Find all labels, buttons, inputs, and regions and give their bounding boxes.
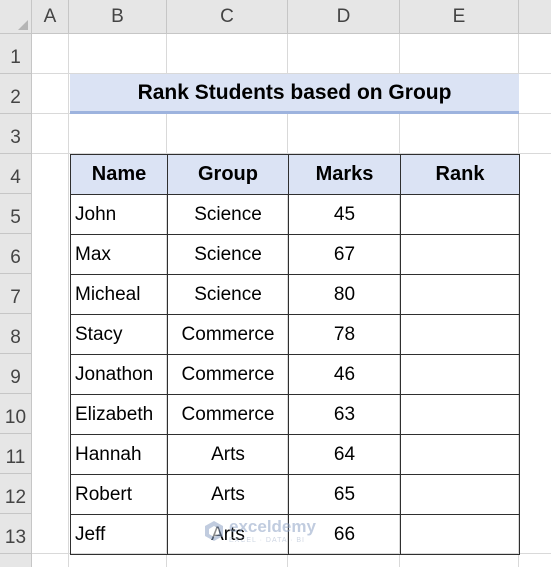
marks-cell[interactable]: 65 [288, 474, 401, 515]
row-header-10[interactable]: 10 [0, 394, 32, 434]
column-header-f-partial[interactable] [519, 0, 551, 34]
spreadsheet-view: A B C D E 1 2 3 4 5 6 7 8 9 10 11 12 13 … [0, 0, 551, 567]
row-header-7[interactable]: 7 [0, 274, 32, 314]
column-header-c[interactable]: C [167, 0, 288, 34]
header-group[interactable]: Group [167, 154, 289, 195]
table-row: Jonathon Commerce 46 [70, 354, 520, 395]
table-row: Micheal Science 80 [70, 274, 520, 315]
row-header-5[interactable]: 5 [0, 194, 32, 234]
header-rank[interactable]: Rank [400, 154, 520, 195]
group-cell[interactable]: Science [167, 234, 289, 275]
table-row: Hannah Arts 64 [70, 434, 520, 475]
group-cell[interactable]: Science [167, 274, 289, 315]
table-row: Jeff Arts 66 [70, 514, 520, 555]
marks-cell[interactable]: 78 [288, 314, 401, 355]
select-all-triangle-icon [18, 20, 28, 30]
name-cell[interactable]: Hannah [70, 434, 168, 475]
table-row: Robert Arts 65 [70, 474, 520, 515]
name-cell[interactable]: Elizabeth [70, 394, 168, 435]
row-header-8[interactable]: 8 [0, 314, 32, 354]
table-row: Max Science 67 [70, 234, 520, 275]
table-row: John Science 45 [70, 194, 520, 235]
name-cell[interactable]: Jeff [70, 514, 168, 555]
column-header-e[interactable]: E [400, 0, 519, 34]
marks-cell[interactable]: 67 [288, 234, 401, 275]
name-cell[interactable]: John [70, 194, 168, 235]
rank-cell[interactable] [400, 354, 520, 395]
group-cell[interactable]: Arts [167, 514, 289, 555]
row-header-3[interactable]: 3 [0, 114, 32, 154]
marks-cell[interactable]: 45 [288, 194, 401, 235]
row-header-4[interactable]: 4 [0, 154, 32, 194]
rank-cell[interactable] [400, 394, 520, 435]
group-cell[interactable]: Arts [167, 434, 289, 475]
row-header-11[interactable]: 11 [0, 434, 32, 474]
marks-cell[interactable]: 80 [288, 274, 401, 315]
row-header-6[interactable]: 6 [0, 234, 32, 274]
name-cell[interactable]: Jonathon [70, 354, 168, 395]
select-all-button[interactable] [0, 0, 32, 34]
row-header-9[interactable]: 9 [0, 354, 32, 394]
name-cell[interactable]: Stacy [70, 314, 168, 355]
row-header-14-partial[interactable] [0, 554, 32, 567]
rank-cell[interactable] [400, 274, 520, 315]
name-cell[interactable]: Robert [70, 474, 168, 515]
marks-cell[interactable]: 64 [288, 434, 401, 475]
marks-cell[interactable]: 46 [288, 354, 401, 395]
group-cell[interactable]: Science [167, 194, 289, 235]
row-header-13[interactable]: 13 [0, 514, 32, 554]
column-header-d[interactable]: D [288, 0, 400, 34]
table-row: Stacy Commerce 78 [70, 314, 520, 355]
name-cell[interactable]: Max [70, 234, 168, 275]
group-cell[interactable]: Commerce [167, 314, 289, 355]
group-cell[interactable]: Arts [167, 474, 289, 515]
table-row: Elizabeth Commerce 63 [70, 394, 520, 435]
students-table: Name Group Marks Rank John Science 45 Ma… [70, 154, 520, 555]
row-header-12[interactable]: 12 [0, 474, 32, 514]
marks-cell[interactable]: 66 [288, 514, 401, 555]
rank-cell[interactable] [400, 314, 520, 355]
rank-cell[interactable] [400, 194, 520, 235]
column-header-a[interactable]: A [32, 0, 69, 34]
row-header-2[interactable]: 2 [0, 74, 32, 114]
marks-cell[interactable]: 63 [288, 394, 401, 435]
rank-cell[interactable] [400, 234, 520, 275]
header-row: Name Group Marks Rank [70, 154, 520, 195]
group-cell[interactable]: Commerce [167, 394, 289, 435]
rank-cell[interactable] [400, 474, 520, 515]
rank-cell[interactable] [400, 514, 520, 555]
column-header-b[interactable]: B [69, 0, 167, 34]
row-header-1[interactable]: 1 [0, 34, 32, 74]
header-name[interactable]: Name [70, 154, 168, 195]
name-cell[interactable]: Micheal [70, 274, 168, 315]
header-marks[interactable]: Marks [288, 154, 401, 195]
group-cell[interactable]: Commerce [167, 354, 289, 395]
sheet-title[interactable]: Rank Students based on Group [70, 74, 519, 114]
rank-cell[interactable] [400, 434, 520, 475]
